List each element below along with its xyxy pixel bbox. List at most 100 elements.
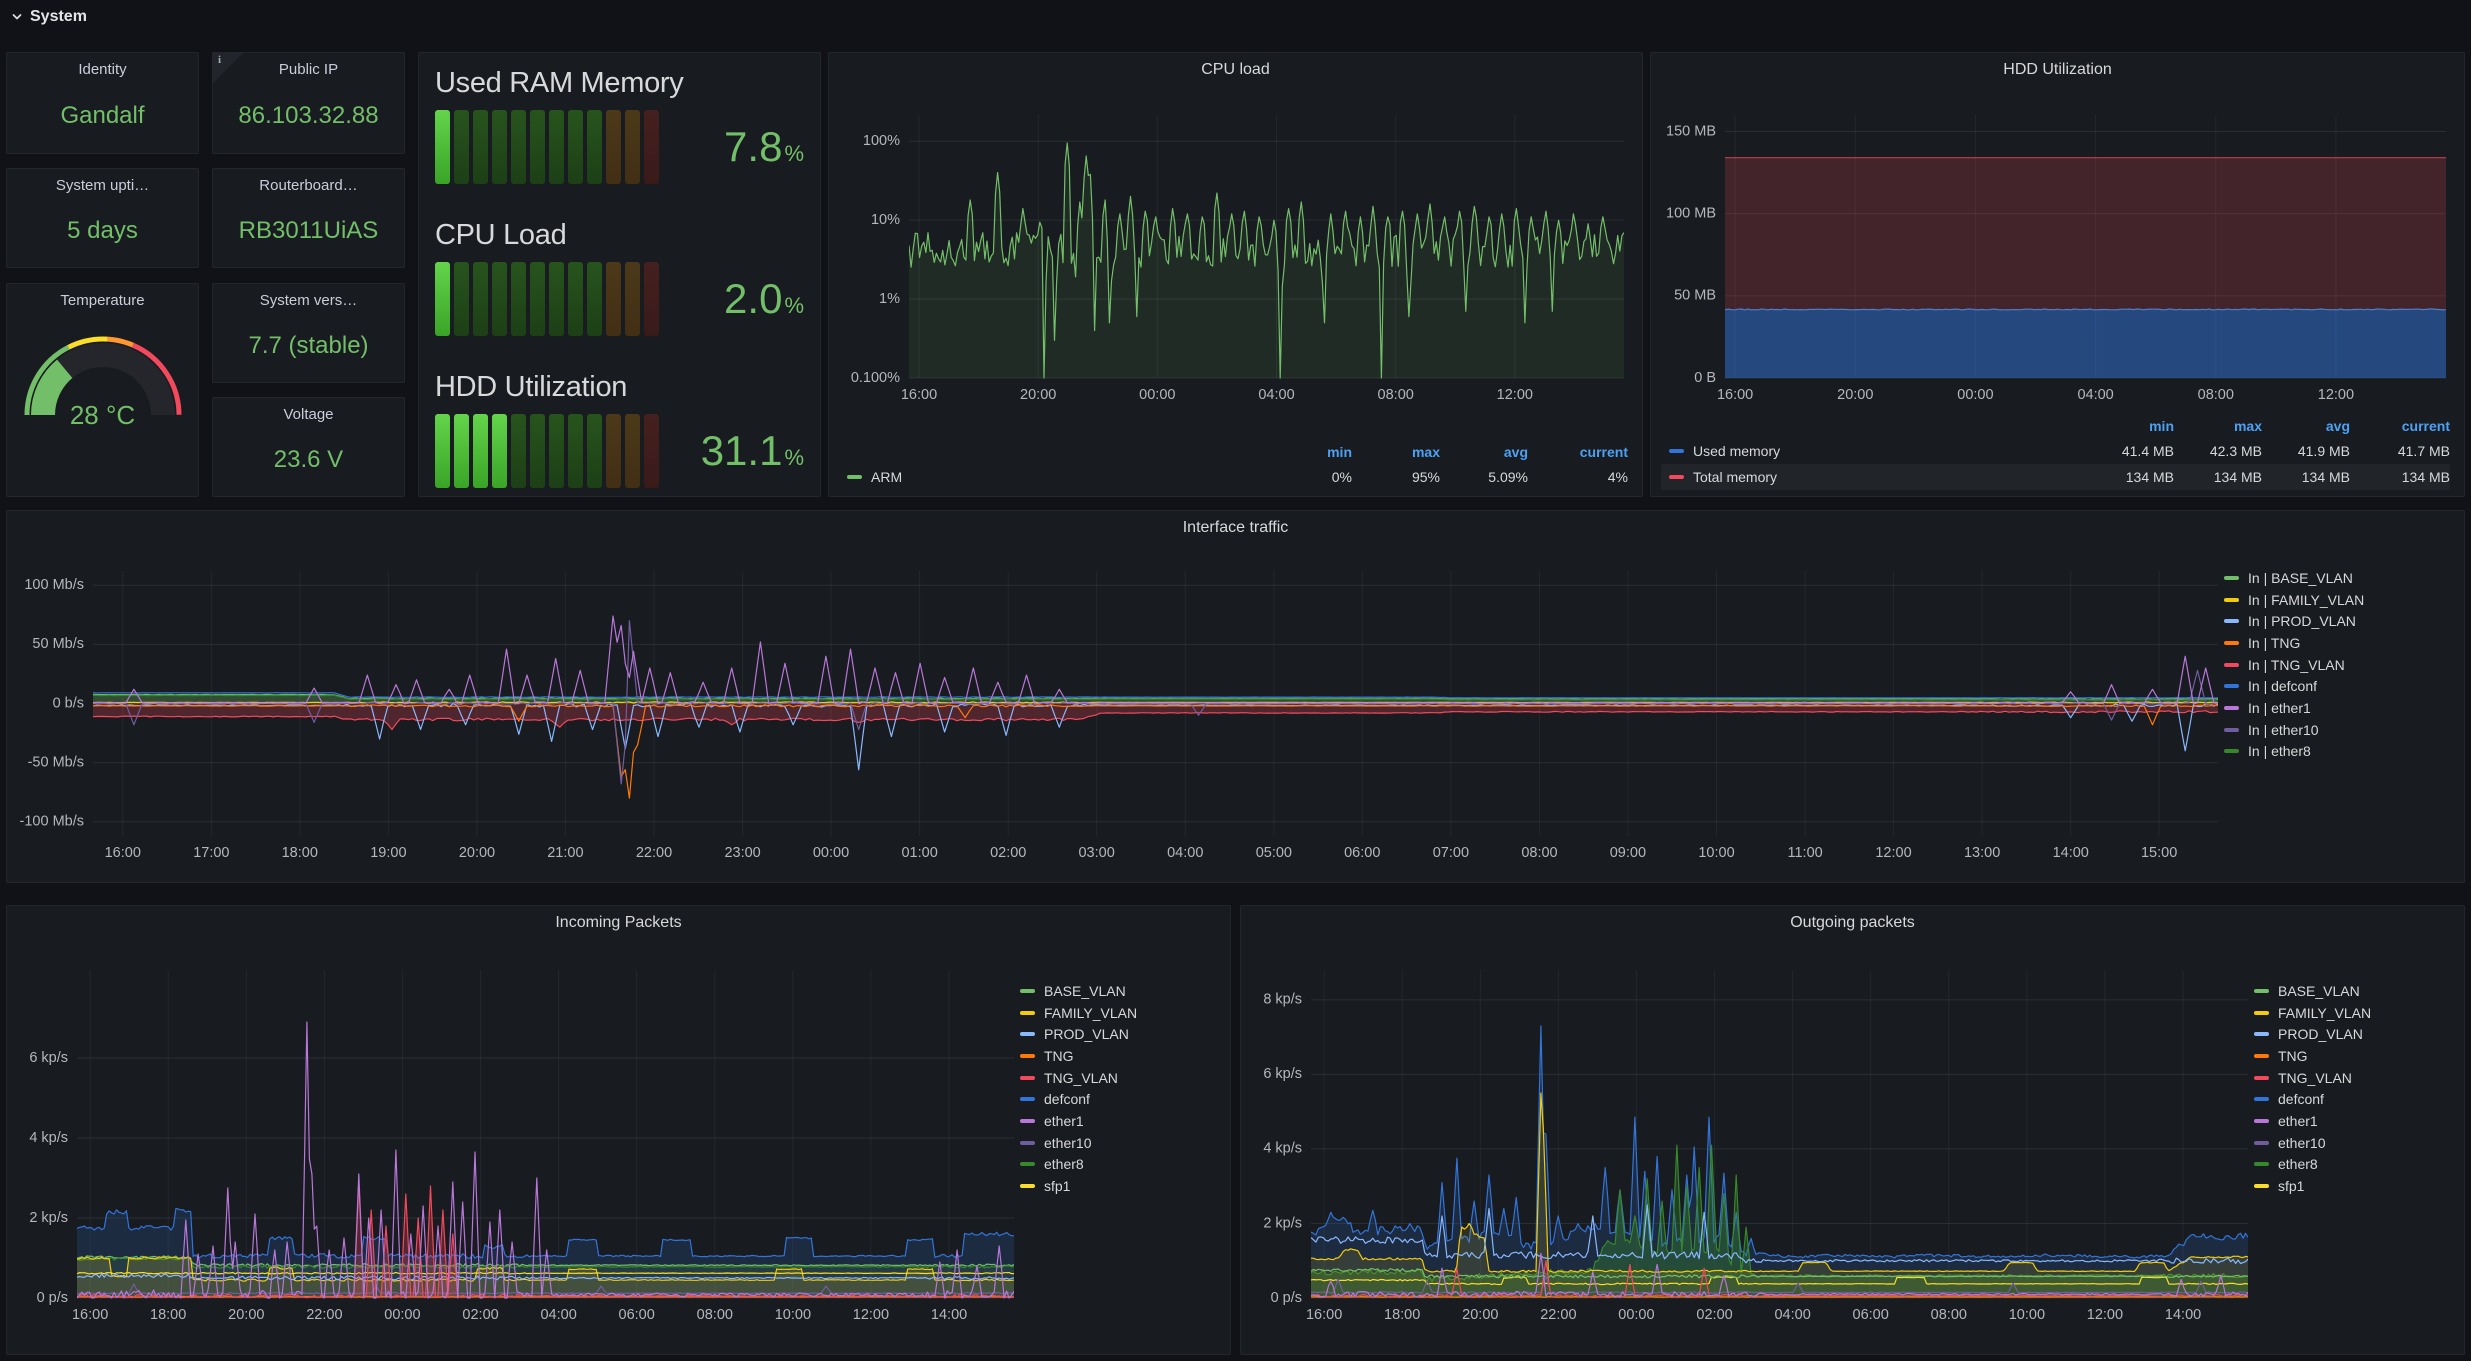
legend-label: ether10	[2278, 1134, 2326, 1151]
legend-item-FAMILY_VLAN[interactable]: FAMILY_VLAN	[1020, 1002, 1216, 1024]
x-tick-label: 06:00	[1344, 845, 1380, 861]
panel-title[interactable]: Public IP	[279, 61, 338, 78]
y-tick-label: 50 MB	[1674, 288, 1716, 304]
legend-swatch-icon	[1020, 1162, 1035, 1167]
x-tick-label: 06:00	[619, 1307, 655, 1323]
incoming-packets-chart[interactable]: 6 kp/s 4 kp/s 2 kp/s 0 p/s 16:00 18:00 20:00 22…	[7, 940, 1230, 1354]
panel-title[interactable]: Identity	[78, 61, 126, 78]
legend-item-In | ether10[interactable]: In | ether10	[2224, 719, 2452, 741]
info-icon: i	[218, 54, 222, 66]
outgoing-packets-chart[interactable]: 8 kp/s 6 kp/s 4 kp/s 2 kp/s 0 p/s 16:00 18:00 2…	[1241, 940, 2464, 1354]
panel-title[interactable]: System upti…	[56, 177, 149, 194]
legend-item-ether1[interactable]: ether1	[1020, 1110, 1216, 1132]
legend-stat-header-max[interactable]: max	[1352, 444, 1440, 460]
legend-label: In | ether10	[2248, 721, 2319, 738]
legend-label: BASE_VLAN	[2278, 982, 2360, 999]
legend-swatch-icon	[2254, 1010, 2269, 1015]
legend-item-ether8[interactable]: ether8	[2254, 1154, 2450, 1176]
series-TNG	[1311, 1295, 2248, 1298]
temperature-value: 28 °C	[69, 400, 136, 430]
x-tick-label: 14:00	[2053, 845, 2089, 861]
panel-hdd-utilization: HDD Utilization 150 MB 100 MB 50 MB 0 B 16:0…	[1650, 52, 2465, 497]
panel-uptime: System upti… 5 days	[6, 168, 199, 268]
panel-title[interactable]: Voltage	[283, 406, 333, 423]
legend-item-TNG_VLAN[interactable]: TNG_VLAN	[2254, 1067, 2450, 1089]
legend-item-In | defconf[interactable]: In | defconf	[2224, 675, 2452, 697]
y-tick-label: 100%	[863, 133, 900, 149]
panel-title[interactable]: Outgoing packets	[1241, 906, 2464, 940]
bargauge-cell	[435, 262, 450, 336]
legend-label: ether1	[2278, 1112, 2318, 1129]
cpu-load-chart[interactable]: 100% 10% 1% 0.100% 16:00 20:00 00:00 04:00 08:00…	[829, 87, 1642, 496]
legend-swatch-icon	[1020, 1053, 1035, 1058]
x-tick-label: 07:00	[1433, 845, 1469, 861]
legend-item-In | BASE_VLAN[interactable]: In | BASE_VLAN	[2224, 567, 2452, 589]
legend-stat-header-min[interactable]: min	[2086, 418, 2174, 434]
legend-item-In | ether1[interactable]: In | ether1	[2224, 697, 2452, 719]
legend-item-TNG[interactable]: TNG	[1020, 1045, 1216, 1067]
x-tick-label: 00:00	[1618, 1307, 1654, 1323]
legend-item-In | PROD_VLAN[interactable]: In | PROD_VLAN	[2224, 610, 2452, 632]
legend-item-FAMILY_VLAN[interactable]: FAMILY_VLAN	[2254, 1002, 2450, 1024]
legend-item-PROD_VLAN[interactable]: PROD_VLAN	[2254, 1023, 2450, 1045]
x-tick-label: 20:00	[459, 845, 495, 861]
legend-swatch-icon	[2254, 988, 2269, 993]
panel-title[interactable]: HDD Utilization	[1651, 53, 2464, 87]
legend-item-ether1[interactable]: ether1	[2254, 1110, 2450, 1132]
x-tick-label: 16:00	[901, 387, 937, 403]
legend-item-In | TNG_VLAN[interactable]: In | TNG_VLAN	[2224, 654, 2452, 676]
x-tick-label: 12:00	[2087, 1307, 2123, 1323]
y-tick-label: 8 kp/s	[1263, 992, 1302, 1008]
x-tick-label: 13:00	[1964, 845, 2000, 861]
legend-item-In | ether8[interactable]: In | ether8	[2224, 741, 2452, 763]
legend-stat-header-current[interactable]: current	[1528, 444, 1628, 460]
x-tick-label: 23:00	[724, 845, 760, 861]
legend-item-In | FAMILY_VLAN[interactable]: In | FAMILY_VLAN	[2224, 589, 2452, 611]
legend-item-BASE_VLAN[interactable]: BASE_VLAN	[2254, 980, 2450, 1002]
y-tick-label: 1%	[879, 291, 900, 307]
x-tick-label: 04:00	[1774, 1307, 1810, 1323]
x-tick-label: 16:00	[105, 845, 141, 861]
legend-stat-value: 134 MB	[2213, 469, 2262, 485]
panel-title[interactable]: Temperature	[60, 292, 144, 309]
legend-item-ether8[interactable]: ether8	[1020, 1154, 1216, 1176]
legend-swatch-icon	[1020, 1032, 1035, 1037]
legend-item-PROD_VLAN[interactable]: PROD_VLAN	[1020, 1023, 1216, 1045]
legend-stat-header-avg[interactable]: avg	[2262, 418, 2350, 434]
hdd-utilization-chart[interactable]: 150 MB 100 MB 50 MB 0 B 16:00 20:00 00:00 04:00…	[1651, 87, 2464, 496]
legend-stat-header-min[interactable]: min	[1264, 444, 1352, 460]
legend-item-sfp1[interactable]: sfp1	[1020, 1175, 1216, 1197]
x-tick-label: 21:00	[547, 845, 583, 861]
dashboard-row-header[interactable]: System	[10, 4, 87, 30]
series-fill-In | TNG_VLAN	[93, 703, 2218, 730]
legend-stat-header-max[interactable]: max	[2174, 418, 2262, 434]
legend-row-ARM[interactable]: ARM 0% 95% 5.09% 4%	[839, 464, 1628, 490]
bargauge-cell	[511, 262, 526, 336]
panel-title[interactable]: Interface traffic	[7, 511, 2464, 545]
legend-table: min max avg current Used memory 41.4 MB 42.3 M…	[1661, 414, 2450, 490]
legend-row-Used memory[interactable]: Used memory 41.4 MB 42.3 MB 41.9 MB 41.7 MB	[1661, 438, 2450, 464]
legend-item-BASE_VLAN[interactable]: BASE_VLAN	[1020, 980, 1216, 1002]
panel-title[interactable]: Incoming Packets	[7, 906, 1230, 940]
legend-item-sfp1[interactable]: sfp1	[2254, 1175, 2450, 1197]
legend-stat-header-current[interactable]: current	[2350, 418, 2450, 434]
bargauge-bars	[435, 110, 659, 184]
y-tick-label: -100 Mb/s	[20, 814, 84, 830]
interface-traffic-chart[interactable]: 100 Mb/s 50 Mb/s 0 b/s -50 Mb/s -100 Mb/s 16:…	[7, 545, 2464, 882]
legend-stat-header-avg[interactable]: avg	[1440, 444, 1528, 460]
x-tick-label: 08:00	[697, 1307, 733, 1323]
legend-item-ether10[interactable]: ether10	[1020, 1132, 1216, 1154]
legend-item-In | TNG[interactable]: In | TNG	[2224, 632, 2452, 654]
legend-item-defconf[interactable]: defconf	[2254, 1088, 2450, 1110]
legend-label: defconf	[1044, 1091, 1090, 1108]
panel-title[interactable]: System vers…	[260, 292, 358, 309]
legend-item-defconf[interactable]: defconf	[1020, 1088, 1216, 1110]
legend-swatch-icon	[1020, 1010, 1035, 1015]
panel-title[interactable]: CPU load	[829, 53, 1642, 87]
legend-item-TNG[interactable]: TNG	[2254, 1045, 2450, 1067]
panel-title[interactable]: Routerboard…	[259, 177, 357, 194]
legend-item-ether10[interactable]: ether10	[2254, 1132, 2450, 1154]
y-tick-label: 50 Mb/s	[32, 636, 84, 652]
legend-row-Total memory[interactable]: Total memory 134 MB 134 MB 134 MB 134 MB	[1661, 464, 2450, 490]
legend-item-TNG_VLAN[interactable]: TNG_VLAN	[1020, 1067, 1216, 1089]
